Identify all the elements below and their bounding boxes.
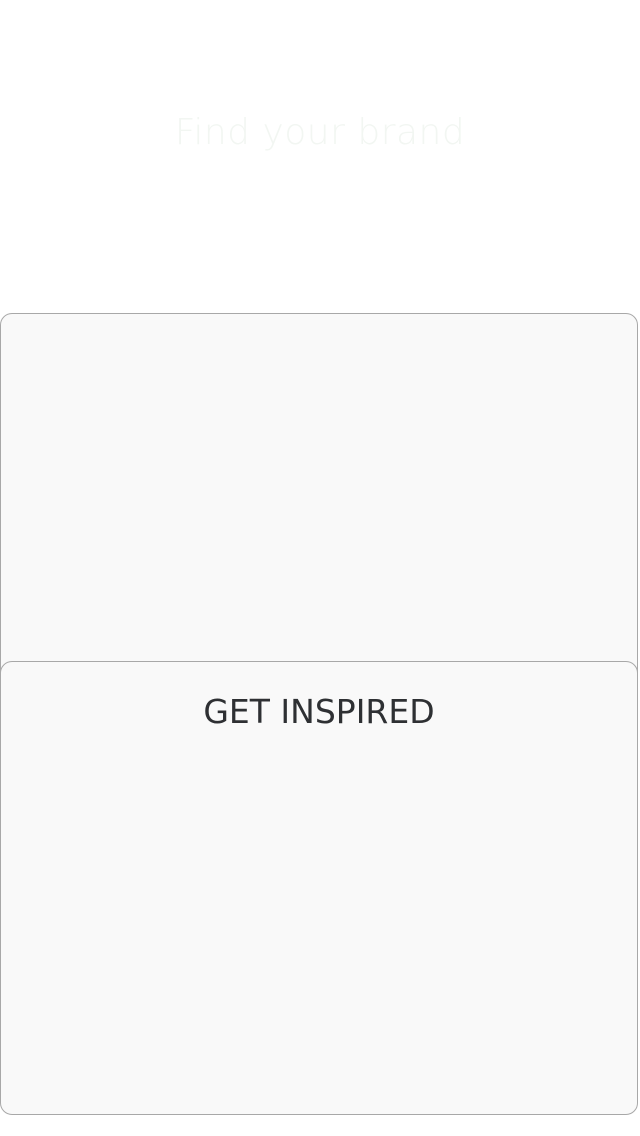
- screen: Find your brand GET INSPIRED: [0, 0, 640, 1136]
- get-inspired-title: GET INSPIRED: [203, 692, 435, 731]
- get-inspired-card[interactable]: GET INSPIRED: [0, 661, 638, 1115]
- page-title: Find your brand: [174, 112, 466, 153]
